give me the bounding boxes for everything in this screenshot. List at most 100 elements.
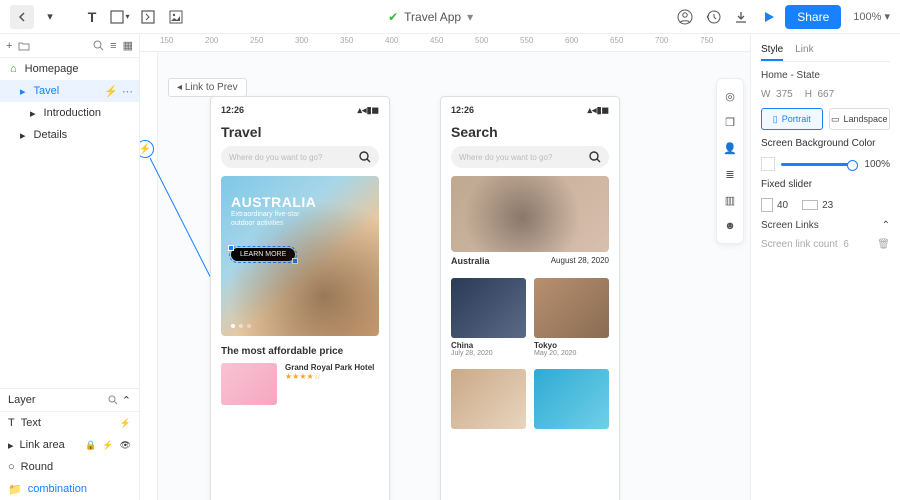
share-button[interactable]: Share bbox=[785, 5, 841, 29]
tree-item-label: Homepage bbox=[25, 63, 79, 75]
target-icon[interactable]: ◎ bbox=[721, 87, 739, 105]
rating-stars: ★★★★☆ bbox=[285, 372, 374, 381]
artboard-search[interactable]: 12:26▴◂▮◼ Search Where do you want to go… bbox=[440, 96, 620, 500]
bolt-icon[interactable]: ⚡ bbox=[102, 440, 113, 451]
layer-type-icon: 📁 bbox=[8, 483, 22, 496]
history-icon[interactable] bbox=[701, 5, 725, 29]
layer-label: combination bbox=[28, 483, 87, 495]
search-icon[interactable] bbox=[93, 40, 104, 51]
inspector-tabs: Style Link bbox=[761, 40, 890, 62]
layer-label: Text bbox=[21, 417, 41, 429]
page-icon: ▸ bbox=[30, 107, 36, 120]
result-meta: Australia August 28, 2020 bbox=[451, 256, 609, 266]
component-tool[interactable] bbox=[136, 5, 160, 29]
tree-item[interactable]: ▸Tavel⚡⋯ bbox=[0, 80, 139, 102]
list-icon[interactable]: ≣ bbox=[721, 165, 739, 183]
search-icon[interactable] bbox=[108, 395, 118, 405]
card-thumb bbox=[451, 278, 526, 338]
collapse-icon[interactable]: ⌃ bbox=[122, 394, 131, 407]
text-tool[interactable]: T bbox=[80, 5, 104, 29]
emoji-icon[interactable]: ☻ bbox=[721, 217, 739, 235]
hotel-row[interactable]: Grand Royal Park Hotel ★★★★☆ bbox=[221, 363, 379, 405]
orientation-toggle: ▯ Portrait ▭ Landspace bbox=[761, 108, 890, 130]
tree-item[interactable]: ▸ Introduction bbox=[0, 102, 139, 124]
trash-icon[interactable]: 🗑 bbox=[877, 239, 890, 250]
ruler-mark: 250 bbox=[250, 36, 263, 45]
tab-style[interactable]: Style bbox=[761, 40, 783, 61]
card-thumb bbox=[534, 278, 609, 338]
landscape-button[interactable]: ▭ Landspace bbox=[829, 108, 891, 130]
play-button[interactable] bbox=[757, 5, 781, 29]
document-title[interactable]: ✔ Travel App ▾ bbox=[192, 10, 669, 24]
folder-icon[interactable] bbox=[18, 41, 30, 51]
bolt-icon[interactable]: ⚡ bbox=[120, 418, 131, 429]
download-icon[interactable] bbox=[729, 5, 753, 29]
cube-icon[interactable]: ❒ bbox=[721, 113, 739, 131]
layout-icon[interactable]: ▥ bbox=[721, 191, 739, 209]
zoom-control[interactable]: 100% ▾ bbox=[845, 10, 890, 23]
sync-check-icon: ✔ bbox=[388, 10, 398, 24]
tree-item-label: Tavel bbox=[34, 85, 60, 97]
ruler-mark: 200 bbox=[205, 36, 218, 45]
tree-item[interactable]: ⌂ Homepage bbox=[0, 58, 139, 80]
search-input[interactable]: Where do you want to go? bbox=[221, 146, 379, 168]
left-panel-toolbar: + ≡ ▦ bbox=[0, 34, 139, 58]
tree-item-label: Introduction bbox=[44, 107, 101, 119]
learn-more-button[interactable]: LEARN MORE bbox=[231, 248, 295, 261]
list-view-icon[interactable]: ≡ bbox=[110, 40, 116, 52]
screen-title: Travel bbox=[221, 124, 379, 140]
hero-card[interactable]: AUSTRALIA Extraordinary five-star outdoo… bbox=[221, 176, 379, 336]
person-icon[interactable]: 👤 bbox=[721, 139, 739, 157]
interaction-badge[interactable]: ⚡ bbox=[140, 140, 154, 158]
layer-item[interactable]: ○Round bbox=[0, 456, 139, 478]
layer-item[interactable]: TText⚡ bbox=[0, 412, 139, 434]
fixed-portrait-value[interactable]: 40 bbox=[777, 200, 788, 211]
back-button[interactable] bbox=[10, 5, 34, 29]
dropdown-caret[interactable]: ▾ bbox=[38, 5, 62, 29]
card-date: July 28, 2020 bbox=[451, 350, 526, 357]
ruler-mark: 550 bbox=[520, 36, 533, 45]
canvas[interactable]: ⚡ ◂ Link to Prev 12:26▴◂▮◼ Travel Where … bbox=[140, 52, 750, 500]
fixed-landscape-value[interactable]: 23 bbox=[822, 200, 833, 211]
ruler-mark: 600 bbox=[565, 36, 578, 45]
search-input[interactable]: Where do you want to go? bbox=[451, 146, 609, 168]
layer-item[interactable]: ▸Link area🔒⚡👁 bbox=[0, 434, 139, 456]
layer-item[interactable]: 📁 combination bbox=[0, 478, 139, 500]
result-card[interactable]: China July 28, 2020 bbox=[451, 278, 526, 357]
result-card[interactable] bbox=[534, 369, 609, 429]
add-icon[interactable]: + bbox=[6, 40, 12, 52]
result-card[interactable] bbox=[451, 369, 526, 429]
artboard-travel[interactable]: 12:26▴◂▮◼ Travel Where do you want to go… bbox=[210, 96, 390, 500]
document-title-text: Travel App bbox=[404, 10, 461, 24]
opacity-value[interactable]: 100% bbox=[864, 159, 890, 170]
ruler-mark: 500 bbox=[475, 36, 488, 45]
screen-links-header[interactable]: Screen Links⌃ bbox=[761, 220, 890, 231]
fixed-slider-label: Fixed slider bbox=[761, 179, 890, 190]
search-placeholder: Where do you want to go? bbox=[459, 153, 552, 162]
tree-item[interactable]: ▸Details bbox=[0, 124, 139, 146]
fixed-slider-values: 40 23 bbox=[761, 198, 890, 212]
grid-view-icon[interactable]: ▦ bbox=[123, 39, 133, 52]
home-icon: ⌂ bbox=[10, 63, 17, 75]
hero-subtitle: Extraordinary five-star outdoor activiti… bbox=[231, 210, 321, 228]
layer-list: TText⚡▸Link area🔒⚡👁○Round📁combination bbox=[0, 412, 139, 500]
color-swatch[interactable] bbox=[761, 157, 775, 171]
layer-label: Round bbox=[21, 461, 53, 473]
ruler-mark: 450 bbox=[430, 36, 443, 45]
shape-tool[interactable]: ▾ bbox=[108, 5, 132, 29]
avatar-icon[interactable] bbox=[673, 5, 697, 29]
bolt-icon[interactable]: ⚡ bbox=[104, 85, 118, 98]
portrait-button[interactable]: ▯ Portrait bbox=[761, 108, 823, 130]
more-icon[interactable]: ⋯ bbox=[122, 85, 133, 98]
link-to-prev-pill[interactable]: ◂ Link to Prev bbox=[168, 78, 247, 97]
lock-icon[interactable]: 🔒 bbox=[85, 440, 96, 451]
opacity-slider[interactable] bbox=[781, 163, 858, 166]
result-hero[interactable] bbox=[451, 176, 609, 252]
eye-icon[interactable]: 👁 bbox=[120, 440, 131, 451]
tab-link[interactable]: Link bbox=[795, 40, 813, 61]
card-date: May 20, 2020 bbox=[534, 350, 609, 357]
height-value[interactable]: 667 bbox=[818, 89, 835, 100]
width-value[interactable]: 375 bbox=[776, 89, 793, 100]
result-card[interactable]: Tokyo May 20, 2020 bbox=[534, 278, 609, 357]
image-tool[interactable] bbox=[164, 5, 188, 29]
